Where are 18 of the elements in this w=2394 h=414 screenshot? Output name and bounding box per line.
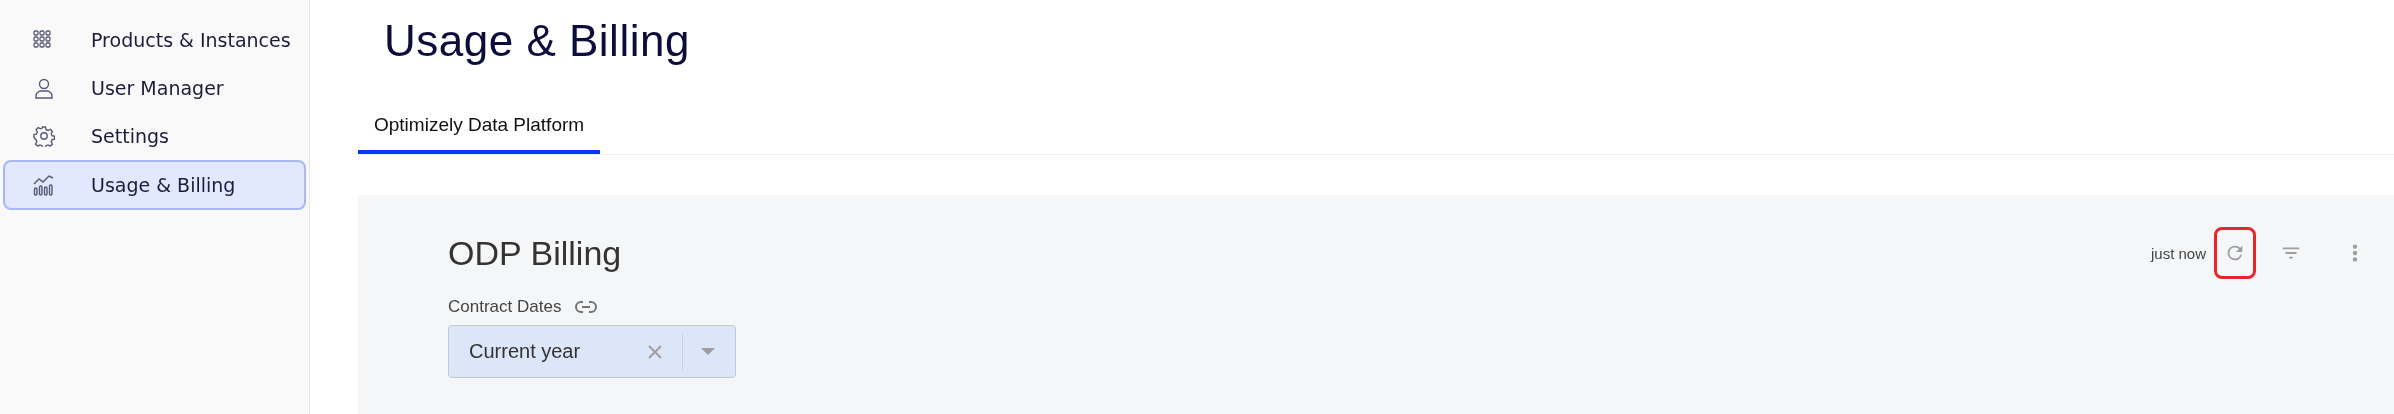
sidebar-item[interactable]: Settings [3, 112, 306, 160]
dashboard-title: ODP Billing [448, 233, 622, 273]
sidebar-item[interactable]: User Manager [3, 64, 306, 112]
page-title: Usage & Billing [384, 16, 691, 66]
more-icon [2351, 242, 2359, 264]
caret-icon[interactable] [701, 347, 715, 356]
settings-icon [33, 125, 55, 147]
link-icon [575, 301, 598, 313]
chart-icon [33, 174, 55, 196]
filter-label: Contract Dates [448, 297, 562, 317]
sidebar-item[interactable]: Usage & Billing [3, 160, 306, 210]
date-range-select[interactable]: Current year [448, 325, 736, 378]
sidebar-item[interactable]: Products & Instances [3, 16, 306, 64]
refresh-button[interactable] [2214, 227, 2256, 279]
updated-time: just now [2150, 244, 2206, 262]
user-icon [33, 77, 55, 99]
clear-icon[interactable] [646, 342, 664, 361]
tab[interactable]: Optimizely Data Platform [358, 114, 601, 154]
